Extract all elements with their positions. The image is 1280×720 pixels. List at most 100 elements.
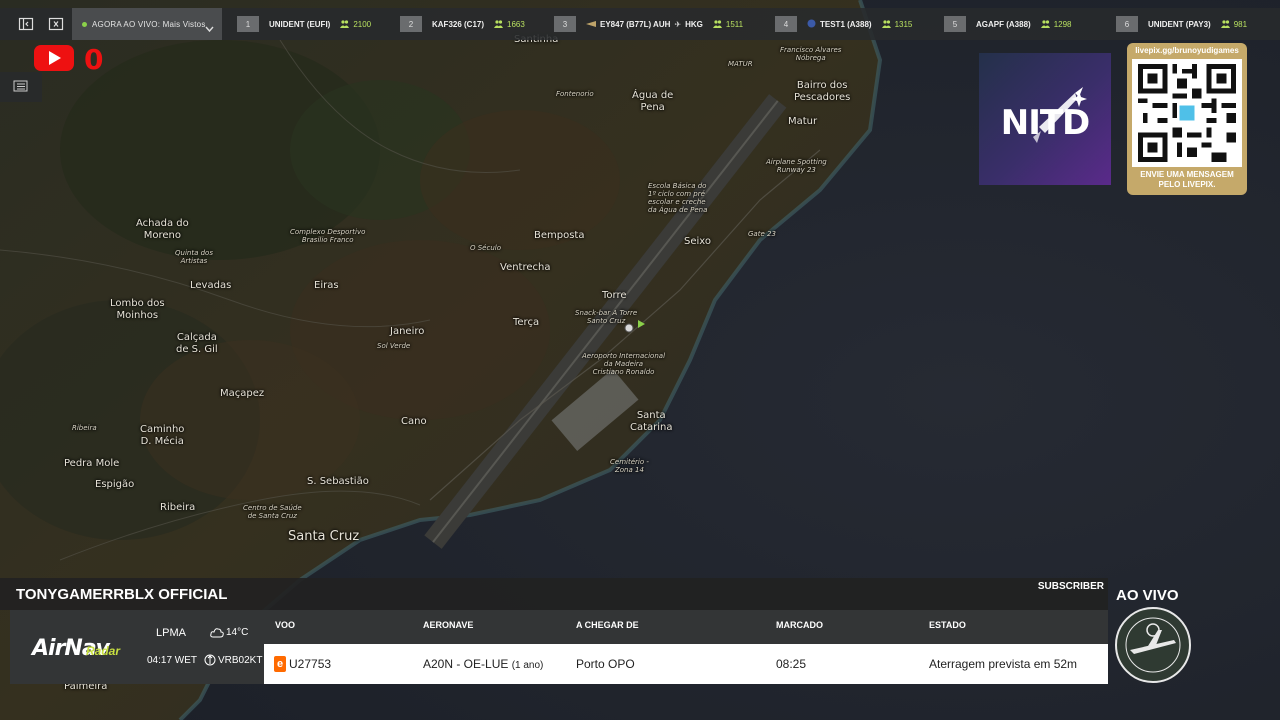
viewers-icon xyxy=(494,20,504,28)
place-label: MATUR xyxy=(728,60,753,68)
temperature: 14°C xyxy=(210,626,248,638)
place-label: Francisco Alvares Nóbrega xyxy=(780,46,842,62)
local-time: 04:17 WET xyxy=(147,655,198,666)
livepix-url: livepix.gg/brunoyudigames xyxy=(1135,46,1239,55)
scheduled-time: 08:25 xyxy=(776,657,807,671)
live-select-label: AGORA AO VIVO: Mais Vistos xyxy=(92,19,206,29)
list-icon xyxy=(13,80,28,92)
place-label: Pedra Mole xyxy=(64,458,120,469)
airline-logo-icon xyxy=(586,15,596,33)
temperature-value: 14°C xyxy=(226,626,249,638)
live-most-viewed-select[interactable]: AGORA AO VIVO: Mais Vistos xyxy=(72,8,222,40)
place-label: Cemitério - Zona 14 xyxy=(610,458,649,474)
place-label: Levadas xyxy=(190,280,232,291)
viewers-icon xyxy=(1220,20,1230,28)
place-label: Lombo dos Moinhos xyxy=(110,298,165,321)
flight-destination: HKG xyxy=(685,19,703,29)
nitd-logo-text: NITD xyxy=(1000,103,1091,143)
place-label: Torre xyxy=(602,290,627,301)
place-label: Complexo Desportivo Brasilio Franco xyxy=(290,228,366,244)
chevron-down-icon xyxy=(205,20,214,38)
place-label: Airplane Spotting Runway 23 xyxy=(766,158,827,174)
top-flight-item[interactable]: 3 EY847 (B77L) AUH ✈ HKG 1511 xyxy=(554,15,743,33)
place-label: Achada do Moreno xyxy=(136,218,189,241)
col-flight: VOO xyxy=(275,620,296,630)
place-label: Água de Pena xyxy=(632,90,674,113)
top-bar: AGORA AO VIVO: Mais Vistos 1 UNIDENT (EU… xyxy=(0,8,1280,40)
flight-number: U27753 xyxy=(289,657,332,671)
airline-logo-icon xyxy=(807,15,816,33)
place-label: Terça xyxy=(513,317,540,328)
place-label: Ribeira xyxy=(160,502,196,513)
airport-info: AirNav Radar LPMA 04:17 WET 14°C VRB02KT xyxy=(10,610,264,684)
viewers-icon xyxy=(1040,20,1050,28)
viewer-count: 1511 xyxy=(725,19,744,29)
flight-rank: 5 xyxy=(944,16,966,32)
col-arriving-from: A CHEGAR DE xyxy=(576,620,639,630)
place-label: O Século xyxy=(470,244,501,252)
collapse-sidebar-icon[interactable] xyxy=(18,16,34,32)
youtube-icon xyxy=(34,44,74,72)
place-label: Maçapez xyxy=(220,388,265,399)
livepix-qr-panel[interactable]: livepix.gg/brunoyudigames ENVIE UMA MENS… xyxy=(1127,43,1247,195)
place-label: Quinta dos Artistas xyxy=(175,249,213,265)
viewer-count: 1663 xyxy=(507,19,525,29)
top-flight-item[interactable]: 1 UNIDENT (EUFI) 2100 xyxy=(237,15,371,33)
qr-code-icon xyxy=(1132,59,1242,167)
flight-row[interactable]: e U27753 A20N - OE-LUE (1 ano) Porto OPO… xyxy=(264,644,1108,684)
easyjet-logo-icon: e xyxy=(274,656,286,672)
viewers-icon xyxy=(340,20,350,28)
channel-bar: TONYGAMERRBLX OFFICIAL SUBSCRIBER xyxy=(0,578,1108,610)
flight-callsign: UNIDENT (PAY3) xyxy=(1148,19,1211,29)
place-label: Matur xyxy=(788,116,818,127)
flight-table-header: VOO AERONAVE A CHEGAR DE MARCADO ESTADO xyxy=(264,610,1108,644)
place-label: Eiras xyxy=(314,280,339,291)
place-label: Espigão xyxy=(95,479,135,490)
wind-value: VRB02KT xyxy=(218,654,263,666)
place-label: Ribeira xyxy=(72,424,97,432)
place-label: Centro de Saúde de Santa Cruz xyxy=(243,504,302,520)
place-label: S. Sebastião xyxy=(307,476,369,487)
flight-info-panel: TONYGAMERRBLX OFFICIAL SUBSCRIBER AirNav… xyxy=(0,578,1108,686)
cloud-icon xyxy=(210,628,224,638)
aircraft-type-reg: A20N - OE-LUE xyxy=(423,657,509,671)
col-scheduled: MARCADO xyxy=(776,620,823,630)
close-panel-icon[interactable] xyxy=(48,16,64,32)
plane-arrow-icon: ✈ xyxy=(674,19,682,29)
place-label: Aeroporto Internacional da Madeira Crist… xyxy=(582,352,666,376)
col-status: ESTADO xyxy=(929,620,966,630)
wind-info: VRB02KT xyxy=(204,654,262,666)
flight-rank: 3 xyxy=(554,16,576,32)
nitd-logo: NITD xyxy=(979,53,1111,185)
place-label: Caminho D. Mécia xyxy=(140,424,185,447)
top-flight-item[interactable]: 4 TEST1 (A388) 1315 xyxy=(775,15,912,33)
flight-rank: 1 xyxy=(237,16,259,32)
airnav-radar-label: Radar xyxy=(86,644,121,658)
col-aircraft: AERONAVE xyxy=(423,620,474,630)
viewer-count: 2100 xyxy=(353,19,372,29)
viewer-count: 1315 xyxy=(894,19,913,29)
place-label: Escola Básica do 1º ciclo com pré escola… xyxy=(648,182,708,214)
flight-callsign: AGAPF (A388) xyxy=(976,19,1031,29)
flight-status: Aterragem prevista em 52m xyxy=(929,657,1078,671)
aircraft-age: (1 ano) xyxy=(511,660,544,671)
place-label: Santa Catarina xyxy=(630,410,673,433)
place-label: Sol Verde xyxy=(377,342,411,350)
place-label: Santa Cruz xyxy=(288,529,360,544)
top-flight-item[interactable]: 2 KAF326 (C17) 1663 xyxy=(400,15,525,33)
top-flight-item[interactable]: 6 UNIDENT (PAY3) 981 xyxy=(1116,15,1247,33)
place-label: Ventrecha xyxy=(500,262,551,273)
place-label: Snack-bar A Torre Santo Cruz xyxy=(575,309,638,325)
channel-name: TONYGAMERRBLX OFFICIAL xyxy=(16,586,228,603)
aircraft-registration: A20N - OE-LUE (1 ano) xyxy=(423,657,543,671)
place-label: Fontenorio xyxy=(556,90,594,98)
place-label: Seixo xyxy=(684,236,712,247)
flight-callsign: EY847 (B77L) AUH xyxy=(600,19,671,29)
channel-badge-logo xyxy=(1114,606,1192,684)
origin: Porto OPO xyxy=(576,657,635,671)
place-label: Calçada de S. Gil xyxy=(176,332,218,355)
place-label: Bemposta xyxy=(534,230,585,241)
top-flight-item[interactable]: 5 AGAPF (A388) 1298 xyxy=(944,15,1071,33)
list-panel-button[interactable] xyxy=(0,72,42,102)
viewers-icon xyxy=(712,20,722,28)
